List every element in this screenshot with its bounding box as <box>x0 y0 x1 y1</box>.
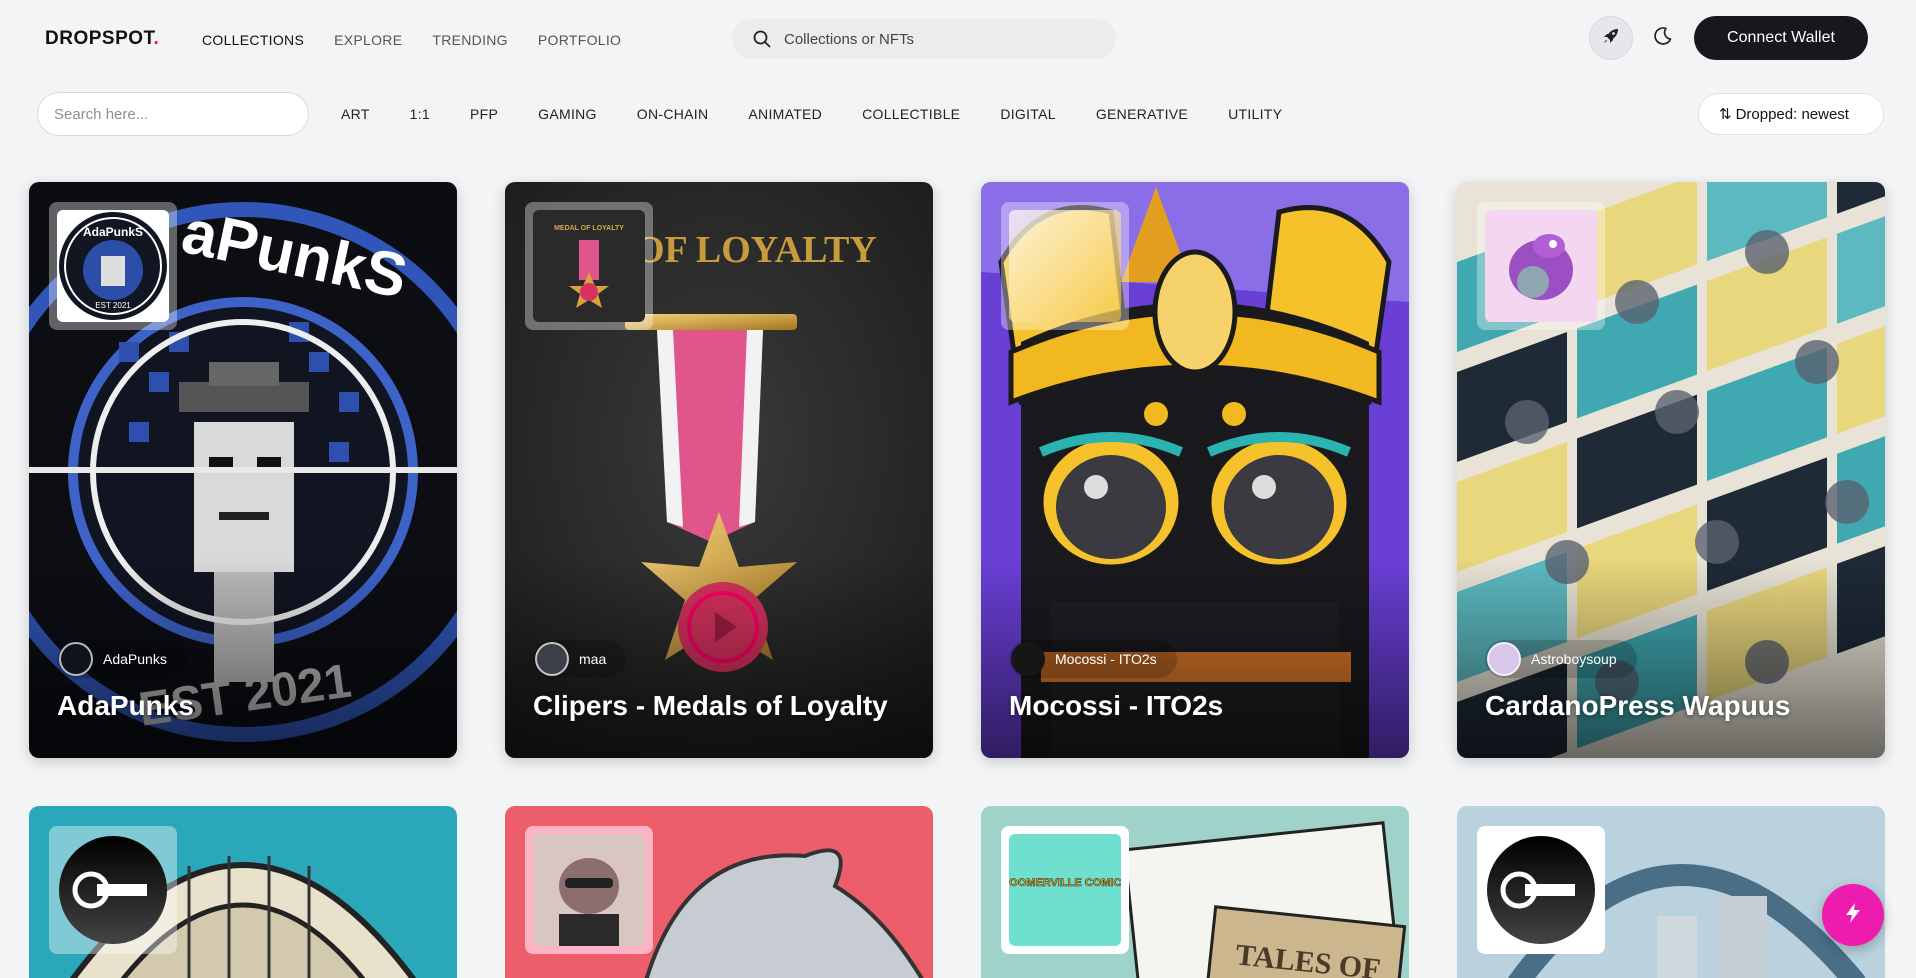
tag-digital[interactable]: DIGITAL <box>1000 106 1056 122</box>
filter-bar: ART 1:1 PFP GAMING ON-CHAIN ANIMATED COL… <box>0 78 1916 150</box>
collection-card-mocossi[interactable]: Mocossi - ITO2s Mocossi - ITO2s <box>981 182 1409 758</box>
collection-card-wapuus[interactable]: Astroboysoup CardanoPress Wapuus <box>1457 182 1885 758</box>
key-logo-icon <box>59 836 167 944</box>
tag-animated[interactable]: ANIMATED <box>748 106 822 122</box>
collection-thumbnail <box>1477 202 1605 330</box>
top-navbar: DROPSPOT. COLLECTIONS EXPLORE TRENDING P… <box>0 0 1916 78</box>
tag-1-1[interactable]: 1:1 <box>410 106 430 122</box>
sort-arrows-icon: ⇅ <box>1719 106 1732 123</box>
creator-badge[interactable]: Mocossi - ITO2s <box>1009 640 1177 678</box>
quick-action-button[interactable] <box>1822 884 1884 946</box>
sort-dropdown[interactable]: ⇅ Dropped: newest <box>1698 93 1884 135</box>
tag-gaming[interactable]: GAMING <box>538 106 597 122</box>
collection-card-row2-1[interactable] <box>29 806 457 978</box>
rocket-icon <box>1601 26 1621 51</box>
creator-avatar <box>535 642 569 676</box>
collection-title: CardanoPress Wapuus <box>1485 690 1791 721</box>
launch-button[interactable] <box>1589 16 1633 60</box>
creator-badge[interactable]: Astroboysoup <box>1485 640 1637 678</box>
lightning-icon <box>1841 901 1865 930</box>
medal-banner-text: OF LOYALTY <box>635 229 877 271</box>
global-search-input[interactable] <box>784 30 1084 48</box>
creator-avatar <box>1487 642 1521 676</box>
key-logo-icon <box>1487 836 1595 944</box>
creator-avatar <box>1011 642 1045 676</box>
collection-card-row2-3[interactable]: TALES OF BOOMERVILLE COMICS <box>981 806 1409 978</box>
creator-name: Mocossi - ITO2s <box>1055 651 1157 667</box>
main-nav: COLLECTIONS EXPLORE TRENDING PORTFOLIO <box>202 32 651 48</box>
tag-on-chain[interactable]: ON-CHAIN <box>637 106 709 122</box>
collection-thumbnail <box>525 826 653 954</box>
creator-badge[interactable]: maa <box>533 640 627 678</box>
collection-thumbnail <box>1477 826 1605 954</box>
collection-title: AdaPunks <box>57 690 194 721</box>
collection-search-input[interactable] <box>37 92 309 136</box>
collection-card-adapunks[interactable]: aPunkS EST 2021 AdaPunkS EST 2021 AdaPun… <box>29 182 457 758</box>
category-tags: ART 1:1 PFP GAMING ON-CHAIN ANIMATED COL… <box>341 106 1322 122</box>
wapuu-thumbnail <box>1485 210 1597 322</box>
boomerville-logo: BOOMERVILLE COMICS <box>1001 834 1129 946</box>
creator-badge[interactable]: AdaPunks <box>57 640 187 678</box>
nav-collections[interactable]: COLLECTIONS <box>202 32 304 48</box>
collection-card-row2-4[interactable] <box>1457 806 1885 978</box>
creator-avatar <box>59 642 93 676</box>
collection-title: Mocossi - ITO2s <box>1009 690 1224 721</box>
tag-pfp[interactable]: PFP <box>470 106 498 122</box>
tag-generative[interactable]: GENERATIVE <box>1096 106 1188 122</box>
moon-icon <box>1653 26 1673 51</box>
creator-name: AdaPunks <box>103 651 167 667</box>
tag-art[interactable]: ART <box>341 106 370 122</box>
collection-thumbnail: MEDAL OF LOYALTY <box>525 202 653 330</box>
collection-thumbnail: AdaPunkS EST 2021 <box>49 202 177 330</box>
tag-collectible[interactable]: COLLECTIBLE <box>862 106 960 122</box>
creator-name: Astroboysoup <box>1531 651 1617 667</box>
global-search[interactable] <box>732 19 1116 59</box>
tag-utility[interactable]: UTILITY <box>1228 106 1282 122</box>
collection-card-row2-2[interactable] <box>505 806 933 978</box>
connect-wallet-button[interactable]: Connect Wallet <box>1694 16 1868 60</box>
nav-trending[interactable]: TRENDING <box>432 32 508 48</box>
dropspot-logo[interactable]: DROPSPOT. <box>45 28 159 50</box>
sort-label: Dropped: newest <box>1735 105 1849 123</box>
boomerville-logo-text: BOOMERVILLE COMICS <box>1009 877 1121 889</box>
theme-toggle-button[interactable] <box>1641 16 1685 60</box>
creator-name: maa <box>579 651 607 667</box>
logo-dot: . <box>153 28 160 49</box>
adapunks-logo-text: AdaPunkS <box>83 225 143 239</box>
pig-avatar-icon <box>533 834 645 946</box>
logo-text: DROPSPOT <box>45 28 154 49</box>
medal-thumbnail: MEDAL OF LOYALTY <box>533 210 645 322</box>
collection-thumbnail <box>1001 202 1129 330</box>
mocossi-thumbnail <box>1009 210 1121 322</box>
search-icon <box>752 29 772 49</box>
nav-portfolio[interactable]: PORTFOLIO <box>538 32 621 48</box>
collection-thumbnail: BOOMERVILLE COMICS <box>1001 826 1129 954</box>
adapunks-logo: AdaPunkS EST 2021 <box>57 210 169 322</box>
medal-thumbnail-text: MEDAL OF LOYALTY <box>554 225 624 232</box>
collection-thumbnail <box>49 826 177 954</box>
nav-explore[interactable]: EXPLORE <box>334 32 402 48</box>
collection-card-clipers[interactable]: OF LOYALTY MEDAL OF LOYALTY maa Clipers … <box>505 182 933 758</box>
collection-title: Clipers - Medals of Loyalty <box>533 690 888 721</box>
adapunks-logo-est: EST 2021 <box>95 301 131 310</box>
